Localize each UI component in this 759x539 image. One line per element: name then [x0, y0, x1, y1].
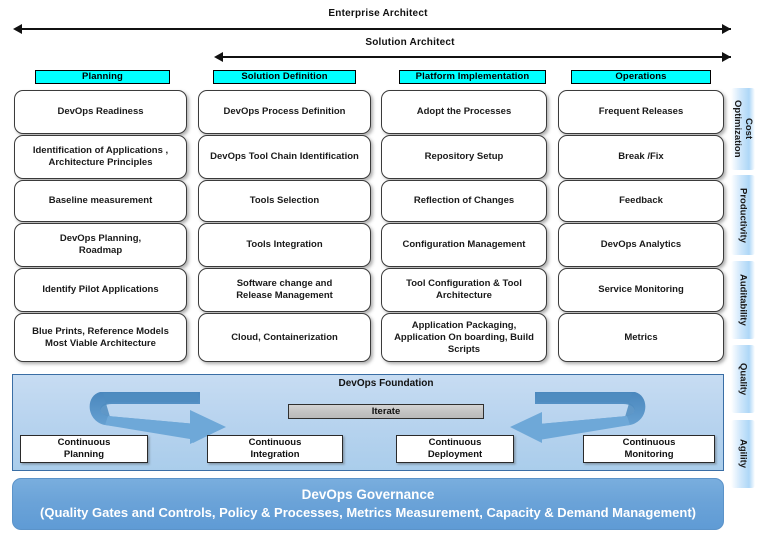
enterprise-architect-arrow-right	[722, 24, 731, 34]
benefit-label: Productivity	[737, 187, 749, 243]
activity-box[interactable]: Tools Integration	[198, 223, 371, 267]
benefit-label: Agility	[737, 439, 749, 469]
activity-box[interactable]: Tool Configuration & Tool Architecture	[381, 268, 547, 312]
enterprise-architect-label: Enterprise Architect	[328, 8, 428, 19]
enterprise-architect-arrow-line	[21, 28, 731, 30]
governance-title: DevOps Governance	[301, 487, 435, 502]
activity-box[interactable]: Tools Selection	[198, 180, 371, 222]
solution-architect-arrow-right	[722, 52, 731, 62]
solution-architect-label: Solution Architect	[365, 37, 455, 48]
activity-box[interactable]: DevOps Analytics	[558, 223, 724, 267]
activity-box[interactable]: Blue Prints, Reference Models Most Viable…	[14, 313, 187, 362]
activity-box[interactable]: Break /Fix	[558, 135, 724, 179]
benefit-label: Cost Optimization	[732, 100, 754, 158]
activity-box[interactable]: Identification of Applications , Architec…	[14, 135, 187, 179]
devops-governance-bar: DevOps Governance (Quality Gates and Con…	[12, 478, 724, 530]
benefit-tab-quality: Quality	[731, 345, 755, 413]
continuous-stage-box[interactable]: Continuous Integration	[207, 435, 343, 463]
activity-box[interactable]: Repository Setup	[381, 135, 547, 179]
column-header-operations[interactable]: Operations	[571, 70, 711, 84]
activity-box[interactable]: Frequent Releases	[558, 90, 724, 134]
benefit-tab-cost-optimization: Cost Optimization	[731, 88, 755, 170]
activity-box[interactable]: Identify Pilot Applications	[14, 268, 187, 312]
activity-box[interactable]: Application Packaging, Application On boa…	[381, 313, 547, 362]
benefit-label: Auditability	[737, 274, 749, 326]
activity-box[interactable]: DevOps Readiness	[14, 90, 187, 134]
benefit-tab-productivity: Productivity	[731, 175, 755, 255]
benefit-label: Quality	[737, 362, 749, 396]
devops-framework-diagram: Enterprise Architect Solution Architect …	[0, 0, 759, 539]
activity-box[interactable]: Cloud, Containerization	[198, 313, 371, 362]
activity-box[interactable]: Metrics	[558, 313, 724, 362]
activity-box[interactable]: Feedback	[558, 180, 724, 222]
governance-subtitle: (Quality Gates and Controls, Policy & Pr…	[40, 505, 696, 520]
activity-box[interactable]: Reflection of Changes	[381, 180, 547, 222]
activity-box[interactable]: Configuration Management	[381, 223, 547, 267]
activity-box[interactable]: DevOps Process Definition	[198, 90, 371, 134]
foundation-title: DevOps Foundation	[338, 378, 434, 389]
continuous-stage-box[interactable]: Continuous Monitoring	[583, 435, 715, 463]
column-header-solution-definition[interactable]: Solution Definition	[213, 70, 356, 84]
activity-box[interactable]: Service Monitoring	[558, 268, 724, 312]
solution-architect-arrow-line	[222, 56, 731, 58]
column-header-planning[interactable]: Planning	[35, 70, 170, 84]
continuous-stage-box[interactable]: Continuous Planning	[20, 435, 148, 463]
activity-box[interactable]: Adopt the Processes	[381, 90, 547, 134]
activity-box[interactable]: DevOps Tool Chain Identification	[198, 135, 371, 179]
activity-box[interactable]: DevOps Planning, Roadmap	[14, 223, 187, 267]
activity-box[interactable]: Baseline measurement	[14, 180, 187, 222]
column-header-platform-implementation[interactable]: Platform Implementation	[399, 70, 546, 84]
benefit-tab-auditability: Auditability	[731, 261, 755, 339]
continuous-stage-box[interactable]: Continuous Deployment	[396, 435, 514, 463]
activity-box[interactable]: Software change and Release Management	[198, 268, 371, 312]
iterate-bar: Iterate	[288, 404, 484, 419]
benefit-tab-agility: Agility	[731, 420, 755, 488]
